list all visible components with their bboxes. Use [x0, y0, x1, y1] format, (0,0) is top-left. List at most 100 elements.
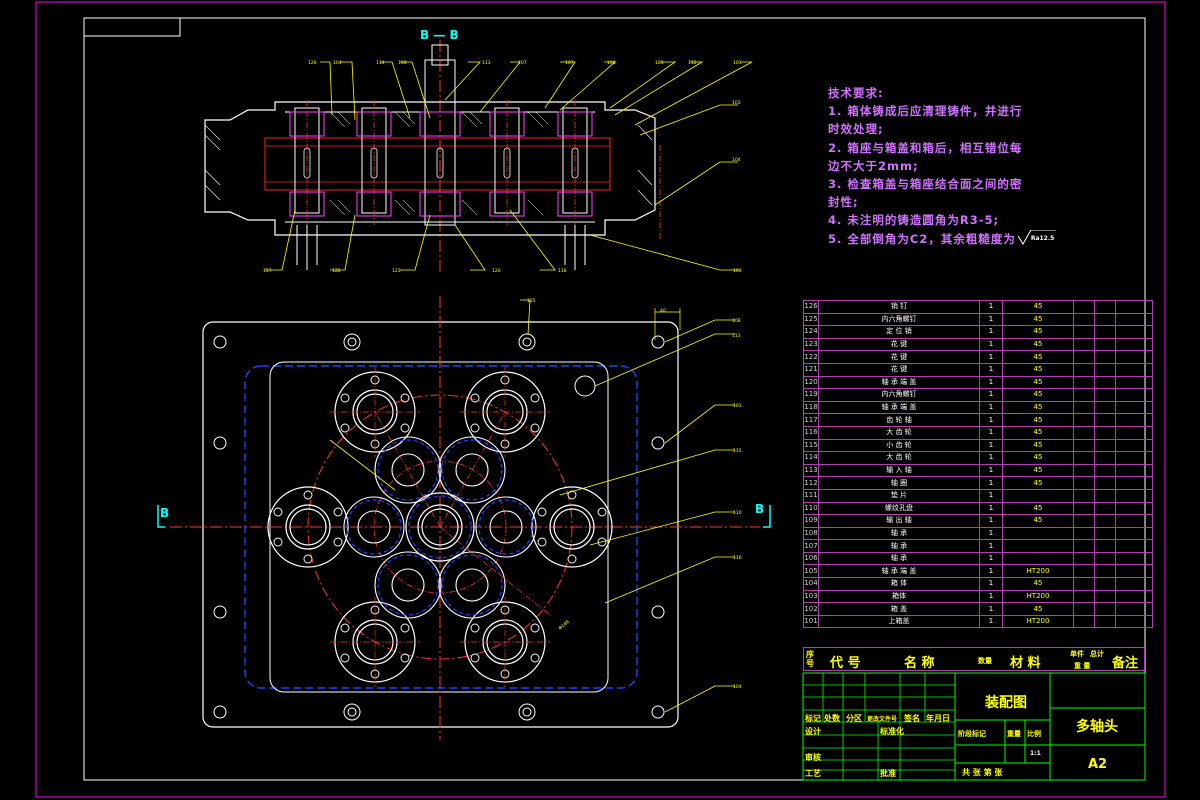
tech-line: 2. 箱座与箱盖和箱后，相互错位每: [828, 140, 1023, 155]
section-marker-right: B: [755, 502, 765, 516]
bom-cell-no: 104: [803, 577, 819, 591]
svg-text:105: 105: [655, 60, 664, 66]
tech-line: 边不大于2mm;: [828, 158, 919, 173]
bom-cell-total: [1094, 539, 1116, 553]
bom-cell-no: 112: [803, 476, 819, 490]
bom-row: 120 轴 承 端 盖 1 45: [803, 375, 1153, 390]
svg-text:101: 101: [733, 60, 742, 66]
svg-text:107: 107: [565, 60, 574, 66]
bom-row: 116 大 齿 轮 1 45: [803, 425, 1153, 440]
svg-text:104: 104: [732, 157, 741, 163]
bom-cell-material: 45: [1002, 476, 1074, 490]
bom-cell-qty: 1: [979, 451, 1003, 465]
tech-line: 5. 全部倒角为C2，其余粗糙度为 Ra12.5: [828, 230, 1056, 248]
bom-cell-qty: 1: [979, 375, 1003, 390]
bom-cell-name: 上箱盖: [818, 614, 980, 629]
svg-text:122: 122: [332, 268, 341, 274]
bom-row: 126 销 钉 1 45: [803, 300, 1153, 314]
bom-cell-no: 121: [803, 362, 819, 377]
bom-cell-no: 101: [803, 614, 819, 629]
bom-cell-unit: [1073, 425, 1095, 440]
bom-cell-remark: [1115, 602, 1153, 616]
bom-cell-qty: 1: [979, 337, 1003, 352]
bom-cell-name: 螺纹孔盘: [818, 501, 980, 516]
bom-row: 109 输 出 轴 1 45: [803, 514, 1153, 528]
bom-cell-qty: 1: [979, 400, 1003, 415]
svg-text:108: 108: [398, 60, 407, 66]
bom-cell-total: [1094, 413, 1116, 427]
bom-cell-unit: [1073, 551, 1095, 566]
mark-label: 标记: [805, 714, 821, 723]
bom-cell-material: [1002, 488, 1074, 503]
bom-cell-unit: [1073, 577, 1095, 591]
bom-cell-material: 45: [1002, 388, 1074, 402]
svg-text:40: 40: [660, 308, 666, 314]
bom-cell-no: 117: [803, 413, 819, 427]
bom-row: 121 花 键 1 45: [803, 362, 1153, 377]
bom-cell-material: 45: [1002, 400, 1074, 415]
bom-cell-qty: 1: [979, 501, 1003, 516]
bom-cell-no: 102: [803, 602, 819, 616]
svg-text:126: 126: [308, 60, 317, 66]
technical-requirements: 技术要求: 1. 箱体铸成后应清理铸件，并进行 时效处理; 2. 箱座与箱盖和箱…: [828, 84, 1056, 248]
bom-cell-no: 113: [803, 463, 819, 478]
bom-row: 103 箱体 1 HT200: [803, 589, 1153, 604]
bom-row: 122 花 键 1 45: [803, 350, 1153, 364]
svg-text:116: 116: [733, 555, 742, 561]
bom-cell-total: [1094, 526, 1116, 541]
bom-cell-no: 103: [803, 589, 819, 604]
bom-cell-unit: [1073, 300, 1095, 314]
bom-cell-name: 大 齿 轮: [818, 451, 980, 465]
bom-cell-total: [1094, 564, 1116, 579]
bom-cell-qty: 1: [979, 602, 1003, 616]
bom-cell-qty: 1: [979, 539, 1003, 553]
count-label: 处数: [824, 714, 840, 723]
bom-cell-unit: [1073, 476, 1095, 490]
svg-text:125: 125: [527, 298, 536, 304]
scale-label: 比例: [1027, 730, 1041, 738]
bom-cell-material: 45: [1002, 451, 1074, 465]
drawing-name: 装配图: [985, 695, 1027, 711]
bom-cell-unit: [1073, 564, 1095, 579]
bom-cell-qty: 1: [979, 312, 1003, 327]
bom-cell-name: 销 钉: [818, 300, 980, 314]
bom-cell-qty: 1: [979, 564, 1003, 579]
bom-cell-material: 45: [1002, 438, 1074, 453]
bom-cell-qty: 1: [979, 362, 1003, 377]
bom-cell-remark: [1115, 362, 1153, 377]
bom-cell-name: 箱 盖: [818, 602, 980, 616]
date-label: 年月日: [926, 714, 950, 723]
bom-cell-no: 109: [803, 514, 819, 528]
bom-cell-remark: [1115, 551, 1153, 566]
zone-label: 分区: [846, 714, 862, 723]
tech-line: 封性;: [828, 195, 859, 210]
bom-cell-remark: [1115, 514, 1153, 528]
bom-cell-remark: [1115, 350, 1153, 364]
bom-cell-remark: [1115, 337, 1153, 352]
bom-cell-name: 小 齿 轮: [818, 438, 980, 453]
bom-row: 108 轴 承1: [803, 526, 1153, 541]
design-label: 设计: [805, 727, 821, 736]
svg-text:108: 108: [607, 60, 616, 66]
bom-cell-qty: 1: [979, 350, 1003, 364]
bom-cell-total: [1094, 350, 1116, 364]
bom-cell-name: 箱 体: [818, 577, 980, 591]
bom-cell-unit: [1073, 614, 1095, 629]
bom-cell-name: 内六角螺钉: [818, 312, 980, 327]
bom-header-row: 序号 代 号 名 称 数量 材 料 单件 总计 重 量 备注: [803, 647, 1145, 671]
bom-cell-total: [1094, 451, 1116, 465]
bom-cell-material: 45: [1002, 463, 1074, 478]
svg-text:112: 112: [688, 60, 697, 66]
weight-label: 重量: [1007, 730, 1021, 738]
bom-cell-remark: [1115, 388, 1153, 402]
bom-cell-name: 轴 承: [818, 539, 980, 553]
bom-cell-material: [1002, 551, 1074, 566]
bom-cell-remark: [1115, 325, 1153, 339]
bom-cell-no: 105: [803, 564, 819, 579]
bom-cell-name: 轴 承 端 盖: [818, 375, 980, 390]
tech-line: 时效处理;: [828, 122, 884, 137]
bom-row: 104 箱 体 1 45: [803, 577, 1153, 591]
svg-text:103: 103: [732, 100, 741, 106]
tech-line-text: 5. 全部倒角为C2，其余粗糙度为: [828, 231, 1016, 246]
svg-text:115: 115: [733, 448, 742, 454]
